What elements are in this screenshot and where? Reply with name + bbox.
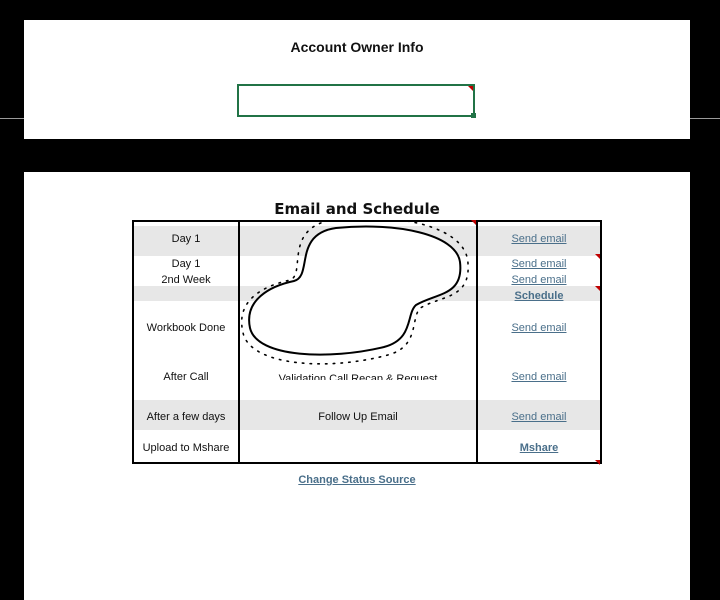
blob-shape-icon [240, 220, 469, 365]
send-email-link-day1[interactable]: Send email [478, 233, 600, 245]
row-2ndweek-label: 2nd Week [161, 274, 211, 286]
send-email-link-after-call[interactable]: Send email [478, 371, 600, 383]
fill-handle[interactable] [471, 113, 476, 118]
comment-marker-icon [595, 286, 600, 291]
comment-marker-icon [468, 86, 473, 91]
comment-marker-icon [595, 254, 600, 259]
row-follow-up-action: Follow Up Email [318, 411, 398, 423]
send-email-link-day1b[interactable]: Send email [478, 258, 600, 270]
account-owner-panel: Account Owner Info [24, 20, 690, 139]
send-email-link-2ndweek[interactable]: Send email [478, 274, 600, 286]
mshare-link[interactable]: Mshare [478, 442, 600, 454]
account-owner-input-cell[interactable] [237, 84, 476, 118]
change-status-source-link[interactable]: Change Status Source [24, 474, 690, 486]
row-day1-label: Day 1 [171, 233, 201, 245]
row-upload-mshare-label: Upload to Mshare [142, 442, 230, 454]
comment-marker-icon [595, 460, 600, 465]
account-owner-title: Account Owner Info [290, 39, 424, 55]
row-after-call-label: After Call [163, 371, 209, 383]
send-email-link-follow-up[interactable]: Send email [478, 411, 600, 423]
send-email-link-workbook[interactable]: Send email [478, 322, 600, 334]
row-workbook-done-label: Workbook Done [146, 322, 226, 334]
row-after-few-days-label: After a few days [146, 411, 226, 423]
schedule-link[interactable]: Schedule [478, 290, 600, 302]
selected-shape-overlay[interactable] [238, 220, 478, 375]
row-day1b-label: Day 1 [171, 258, 201, 270]
email-schedule-title: Email and Schedule [274, 200, 440, 218]
